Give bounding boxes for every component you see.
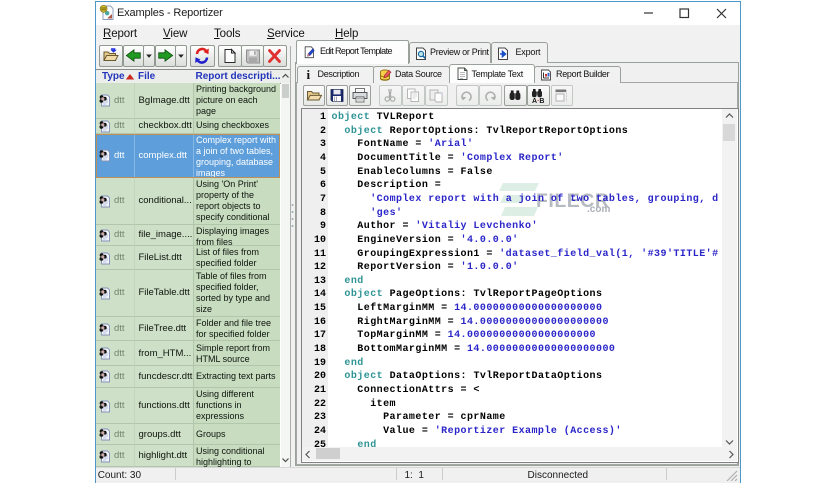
svg-text:A·B: A·B <box>532 98 544 105</box>
